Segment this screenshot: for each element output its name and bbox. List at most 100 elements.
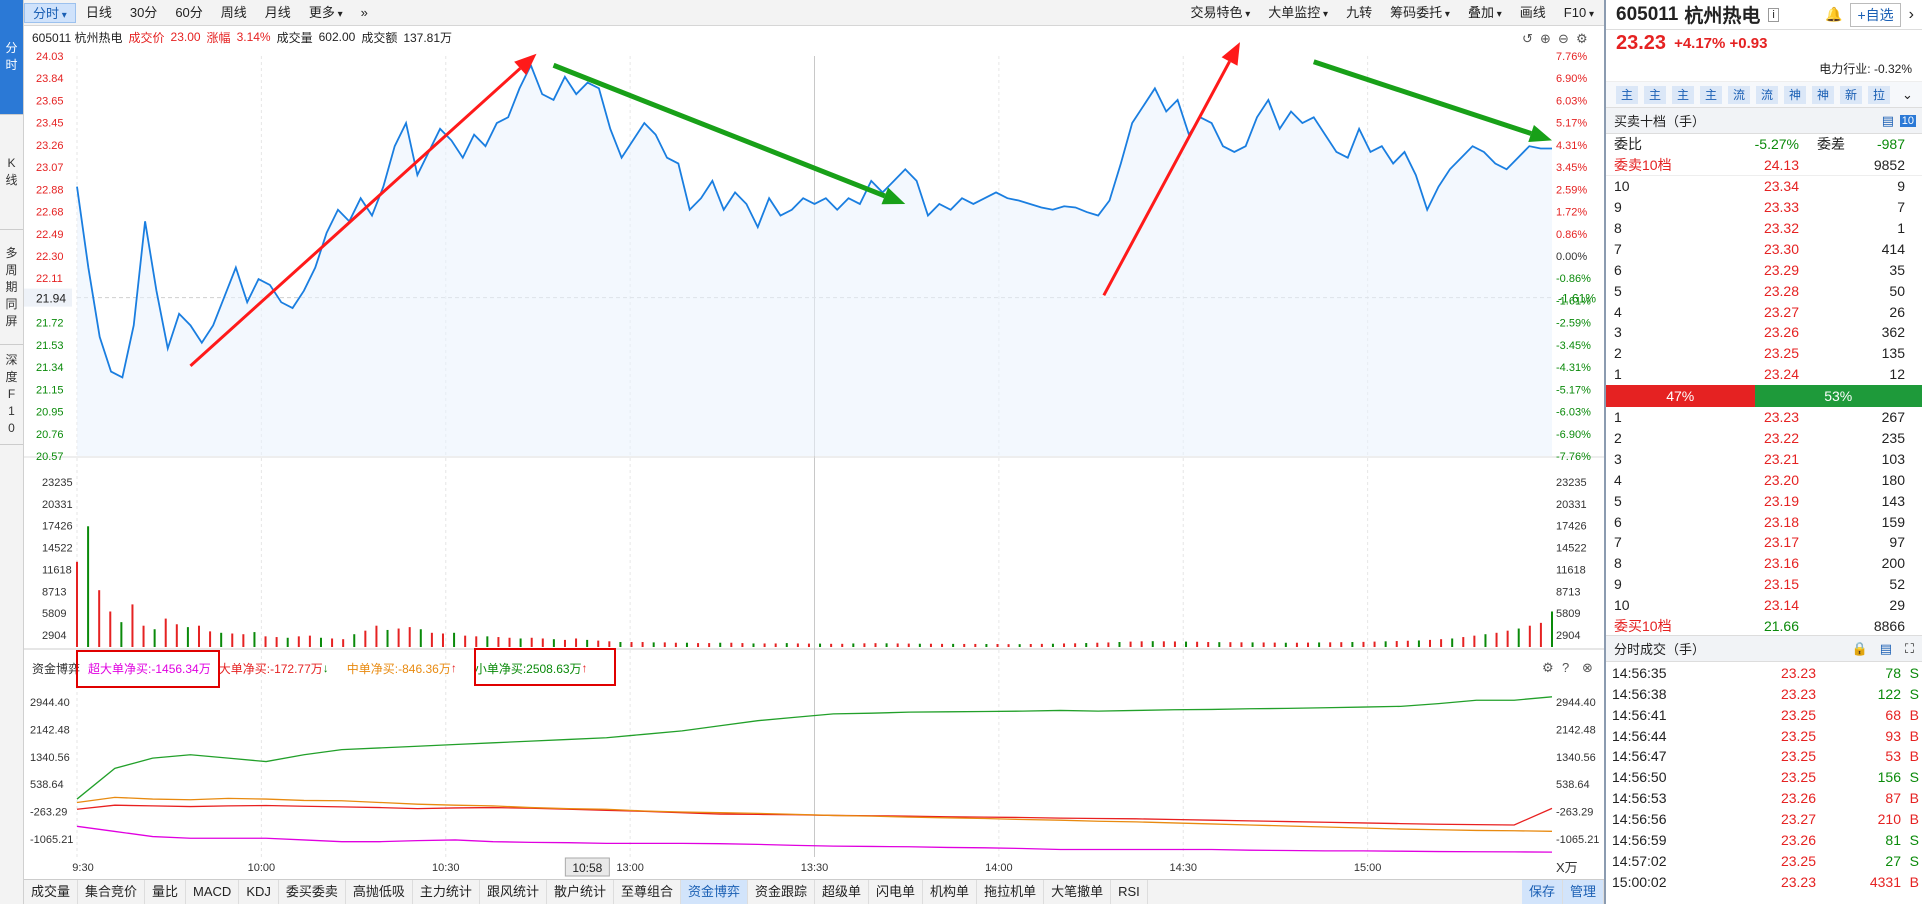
tick-row[interactable]: 14:56:35 23.23 78 S bbox=[1606, 662, 1922, 683]
indicator-tab-14[interactable]: 闪电单 bbox=[869, 880, 924, 904]
level-price: 23.15 bbox=[1763, 576, 1799, 593]
lock-icon[interactable]: 🔒 bbox=[1852, 641, 1868, 657]
volume-bar bbox=[109, 611, 112, 647]
ticks-list-icon[interactable]: ▤ bbox=[1880, 641, 1892, 657]
book-row[interactable]: 10 23.14 29 bbox=[1606, 595, 1922, 616]
indicator-tab-15[interactable]: 机构单 bbox=[923, 880, 978, 904]
indicator-tab-9[interactable]: 散户统计 bbox=[547, 880, 614, 904]
orderbook-toggle-icon[interactable]: ▤ bbox=[1882, 113, 1894, 129]
cap-tool-icon[interactable]: ⊗ bbox=[1582, 660, 1593, 675]
concept-tag-9[interactable]: 拉 bbox=[1868, 85, 1890, 104]
book-row[interactable]: 4 23.20 180 bbox=[1606, 469, 1922, 490]
tick-row[interactable]: 15:00:02 23.23 4331 B bbox=[1606, 871, 1922, 892]
volume-bar bbox=[530, 637, 533, 647]
book-row[interactable]: 3 23.21 103 bbox=[1606, 448, 1922, 469]
book-row[interactable]: 9 23.33 7 bbox=[1606, 197, 1922, 218]
indicator-tab-16[interactable]: 拖拉机单 bbox=[977, 880, 1045, 904]
add-watchlist-button[interactable]: +自选 bbox=[1850, 2, 1901, 27]
indicator-tab-7[interactable]: 主力统计 bbox=[413, 880, 480, 904]
tick-row[interactable]: 14:56:47 23.25 53 B bbox=[1606, 746, 1922, 767]
indicator-tab-12[interactable]: 资金跟踪 bbox=[748, 880, 816, 904]
concept-tag-8[interactable]: 新 bbox=[1840, 85, 1862, 104]
tick-row[interactable]: 14:56:59 23.26 81 S bbox=[1606, 830, 1922, 851]
time-label: 10:30 bbox=[432, 862, 460, 874]
legend-medium[interactable]: 中单净买:-846.36万 bbox=[347, 660, 451, 677]
book-row[interactable]: 10 23.34 9 bbox=[1606, 176, 1922, 197]
tick-row[interactable]: 14:56:44 23.25 93 B bbox=[1606, 725, 1922, 746]
indicator-tab-10[interactable]: 至尊组合 bbox=[614, 880, 681, 904]
indicator-tab-8[interactable]: 跟风统计 bbox=[480, 880, 547, 904]
indicator-tab-4[interactable]: KDJ bbox=[239, 880, 279, 904]
level-price: 23.22 bbox=[1763, 430, 1799, 447]
indicator-tab-13[interactable]: 超级单 bbox=[815, 880, 870, 904]
chart-tool-icon[interactable]: ⊕ bbox=[1540, 31, 1551, 46]
volume-bar bbox=[1362, 641, 1365, 647]
legend-large[interactable]: 大单净买:-172.77万 bbox=[219, 660, 323, 677]
book-row[interactable]: 1 23.23 267 bbox=[1606, 407, 1922, 428]
chart-tool-icon[interactable]: ↺ bbox=[1522, 31, 1533, 46]
book-row[interactable]: 7 23.30 414 bbox=[1606, 238, 1922, 259]
collapse-tags-icon[interactable]: ⌄ bbox=[1902, 87, 1913, 103]
book-row[interactable]: 9 23.15 52 bbox=[1606, 574, 1922, 595]
expand-icon[interactable]: ⛶ bbox=[1905, 641, 1914, 657]
intraday-chart[interactable]: 24.03 23.84 23.65 23.45 23.26 23.07 22.88 22.68… bbox=[0, 0, 1604, 879]
level-price: 23.17 bbox=[1763, 534, 1799, 551]
book-row[interactable]: 1 23.24 12 bbox=[1606, 364, 1922, 385]
tick-list: 14:56:35 23.23 78 S 14:56:38 23.23 122 S 14:56:4… bbox=[1606, 662, 1922, 892]
indicator-tab-11[interactable]: 资金博弈 bbox=[680, 880, 748, 904]
concept-tag-2[interactable]: 主 bbox=[1672, 85, 1694, 104]
concept-tag-7[interactable]: 神 bbox=[1812, 85, 1834, 104]
indicator-tab-0[interactable]: 成交量 bbox=[24, 880, 79, 904]
volume-bar bbox=[852, 643, 855, 647]
concept-tag-4[interactable]: 流 bbox=[1728, 85, 1750, 104]
tick-row[interactable]: 14:56:56 23.27 210 B bbox=[1606, 809, 1922, 830]
indicator-tab-1[interactable]: 集合竞价 bbox=[78, 880, 146, 904]
tick-row[interactable]: 14:56:38 23.23 122 S bbox=[1606, 683, 1922, 704]
volume-bar bbox=[1151, 641, 1154, 647]
concept-tag-3[interactable]: 主 bbox=[1700, 85, 1722, 104]
indicator-tab-3[interactable]: MACD bbox=[186, 880, 240, 904]
tick-row[interactable]: 14:56:50 23.25 156 S bbox=[1606, 767, 1922, 788]
book-row[interactable]: 5 23.28 50 bbox=[1606, 280, 1922, 301]
book-row[interactable]: 8 23.32 1 bbox=[1606, 218, 1922, 239]
orderbook-ten-icon[interactable]: 10 bbox=[1899, 114, 1916, 127]
ask-list: 10 23.34 9 9 23.33 7 8 23.32 1 7 23.30 414 6 23.29 35 5… bbox=[1606, 176, 1922, 385]
chart-tool-icon[interactable]: ⊖ bbox=[1558, 31, 1569, 46]
indicator-tab-2[interactable]: 量比 bbox=[145, 880, 187, 904]
chevron-right-icon[interactable]: › bbox=[1909, 6, 1914, 24]
tick-row[interactable]: 14:56:53 23.26 87 B bbox=[1606, 788, 1922, 809]
indicator-tab-17[interactable]: 大笔撤单 bbox=[1044, 880, 1112, 904]
tick-row[interactable]: 14:57:02 23.25 27 S bbox=[1606, 851, 1922, 872]
book-row[interactable]: 4 23.27 26 bbox=[1606, 301, 1922, 322]
cap-tool-icon[interactable]: ? bbox=[1562, 660, 1569, 675]
bottom-action-0[interactable]: 保存 bbox=[1521, 880, 1563, 904]
y-tick-right: 2.59% bbox=[1556, 184, 1587, 196]
indicator-tab-18[interactable]: RSI bbox=[1111, 880, 1148, 904]
industry-change: 电力行业: -0.32% bbox=[1819, 62, 1912, 76]
y-tick-right: 5.17% bbox=[1556, 118, 1587, 130]
concept-tag-6[interactable]: 神 bbox=[1784, 85, 1806, 104]
cap-tool-icon[interactable]: ⚙ bbox=[1542, 660, 1554, 675]
tick-row[interactable]: 14:56:41 23.25 68 B bbox=[1606, 704, 1922, 725]
book-row[interactable]: 8 23.16 200 bbox=[1606, 553, 1922, 574]
book-row[interactable]: 5 23.19 143 bbox=[1606, 490, 1922, 511]
book-row[interactable]: 3 23.26 362 bbox=[1606, 322, 1922, 343]
info-icon[interactable]: i bbox=[1768, 7, 1779, 22]
bell-icon[interactable]: 🔔 bbox=[1825, 6, 1842, 23]
bottom-action-1[interactable]: 管理 bbox=[1562, 880, 1604, 904]
concept-tag-1[interactable]: 主 bbox=[1644, 85, 1666, 104]
level: 2 bbox=[1614, 430, 1622, 447]
indicator-tab-6[interactable]: 高抛低吸 bbox=[346, 880, 413, 904]
book-row[interactable]: 2 23.25 135 bbox=[1606, 343, 1922, 364]
chart-tool-icon[interactable]: ⚙ bbox=[1576, 31, 1588, 46]
book-row[interactable]: 6 23.29 35 bbox=[1606, 259, 1922, 280]
concept-tag-0[interactable]: 主 bbox=[1616, 85, 1638, 104]
indicator-tab-5[interactable]: 委买委卖 bbox=[279, 880, 346, 904]
concept-tag-5[interactable]: 流 bbox=[1756, 85, 1778, 104]
y-tick-left: 23.45 bbox=[36, 118, 64, 130]
book-row[interactable]: 6 23.18 159 bbox=[1606, 511, 1922, 532]
book-row[interactable]: 2 23.22 235 bbox=[1606, 428, 1922, 449]
volume-bar bbox=[342, 639, 345, 647]
book-row[interactable]: 7 23.17 97 bbox=[1606, 532, 1922, 553]
level: 4 bbox=[1614, 303, 1622, 320]
